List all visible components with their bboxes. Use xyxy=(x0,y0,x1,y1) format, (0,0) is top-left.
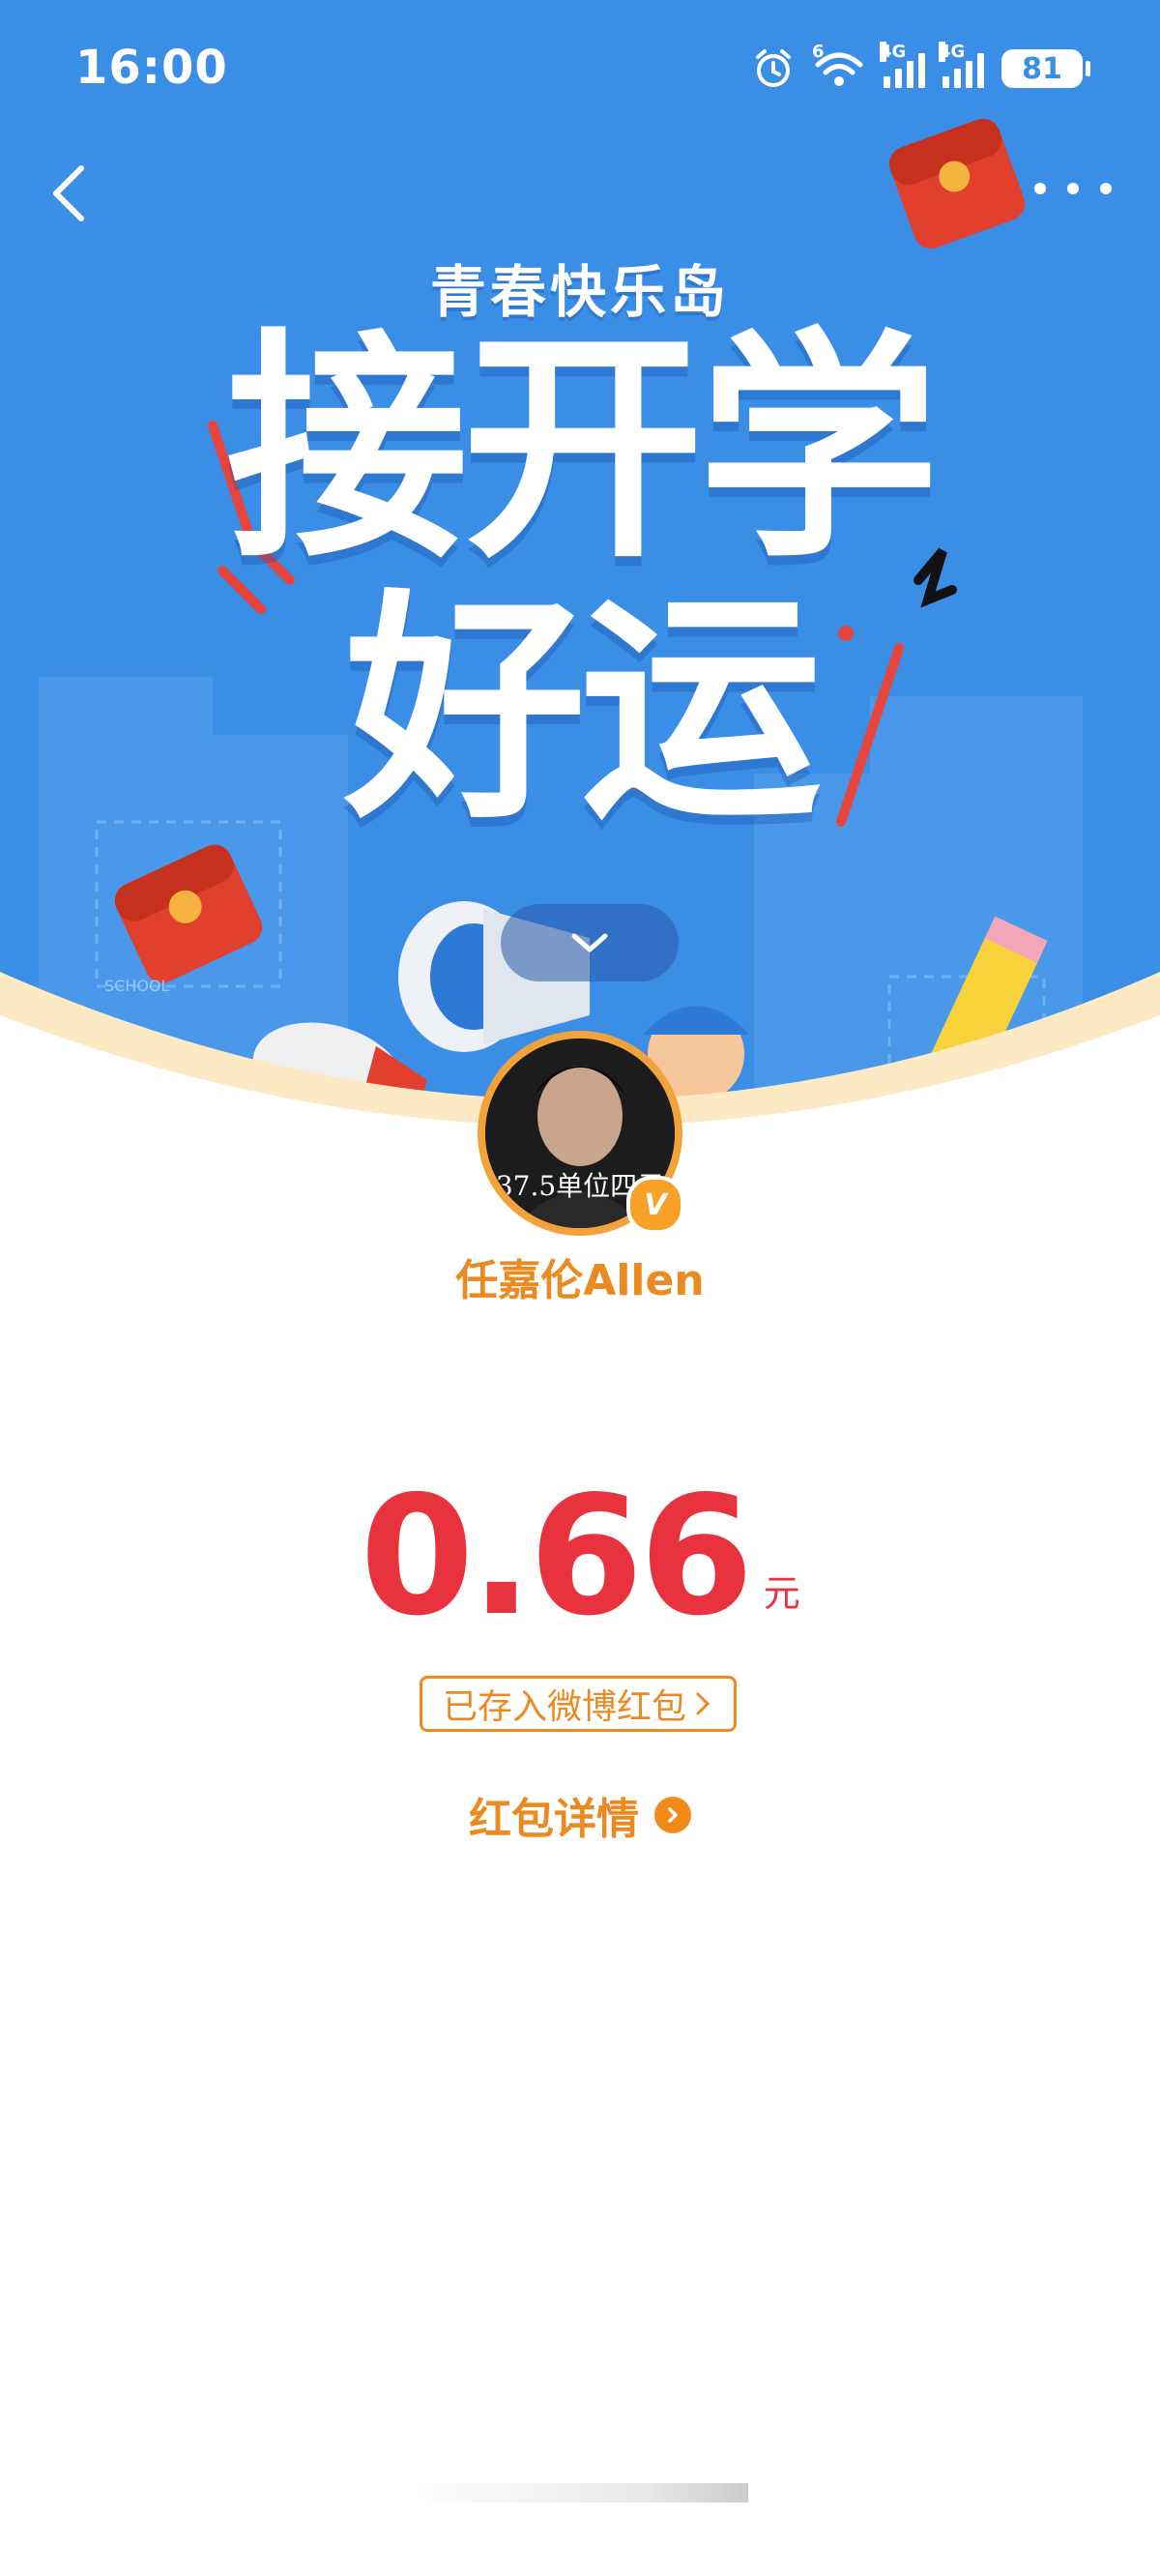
chevron-right-glyph xyxy=(668,1807,678,1823)
status-time: 16:00 xyxy=(75,41,228,95)
amount-row: 0.66 元 xyxy=(0,1470,1160,1644)
sender-name[interactable]: 任嘉伦Allen xyxy=(0,1245,1160,1307)
battery-indicator: 81 xyxy=(1001,49,1090,88)
more-dot xyxy=(1100,183,1112,194)
chevron-right-icon xyxy=(696,1692,710,1715)
promo-banner: SCHOOL 青春快乐岛 接开学 好运 xyxy=(0,0,1160,1141)
more-dot xyxy=(1067,183,1079,194)
banner-headline-line1: 接开学 xyxy=(226,308,940,590)
packet-amount: 0.66 xyxy=(360,1461,753,1653)
wifi-badge: 6 xyxy=(812,42,825,62)
sim2-signal: 4G xyxy=(939,42,984,88)
status-icons: 6 4G 4G 81 xyxy=(752,42,1090,93)
sim1-signal: 4G xyxy=(880,42,925,88)
chevron-left-icon xyxy=(53,165,84,221)
amount-unit: 元 xyxy=(763,1572,800,1615)
battery-level: 81 xyxy=(1022,51,1062,86)
wifi-indicator: 6 xyxy=(812,42,866,90)
verified-badge-icon: V xyxy=(626,1176,684,1234)
chevron-right-circle-icon xyxy=(654,1797,691,1833)
deposit-status-label: 已存入微博红包 xyxy=(442,1687,686,1727)
sim2-network: 4G xyxy=(939,42,966,62)
verified-mark: V xyxy=(644,1187,667,1222)
status-bar: 16:00 6 4G 4G 81 xyxy=(0,0,1160,145)
alarm-icon xyxy=(756,49,791,87)
more-dots-icon xyxy=(1034,183,1046,194)
banner-headline-line2: 好运 xyxy=(344,570,822,851)
sim1-network: 4G xyxy=(880,42,907,62)
details-label: 红包详情 xyxy=(469,1795,639,1844)
home-indicator[interactable] xyxy=(410,2483,748,2503)
back-button[interactable] xyxy=(39,155,116,232)
school-label: SCHOOL xyxy=(104,977,170,995)
deposit-status-button[interactable]: 已存入微博红包 xyxy=(420,1676,737,1732)
packet-details-link[interactable]: 红包详情 xyxy=(0,1784,1160,1846)
expand-banner-button[interactable] xyxy=(501,904,679,981)
chevron-down-icon xyxy=(571,933,608,952)
more-options-button[interactable] xyxy=(1034,164,1112,213)
